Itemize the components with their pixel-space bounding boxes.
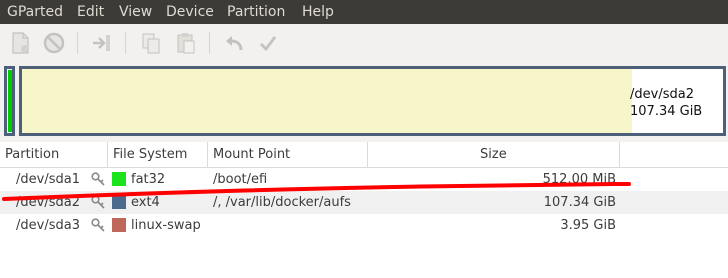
column-header-filesystem[interactable]: File System (108, 142, 208, 167)
menu-help[interactable]: Help (299, 0, 337, 24)
toolbar (0, 24, 728, 62)
table-row[interactable]: /dev/sda3 linux-swap 3.95 GiB (0, 214, 728, 237)
table-row[interactable]: /dev/sda1 fat32 /boot/efi 512.00 MiB (0, 168, 728, 191)
key-icon (91, 172, 105, 186)
menu-edit[interactable]: Edit (74, 0, 107, 24)
copy-icon[interactable] (138, 30, 164, 56)
partition-size: 107.34 GiB (543, 195, 616, 210)
column-header-size[interactable]: Size (368, 142, 620, 167)
key-icon (91, 218, 105, 232)
key-icon (91, 195, 105, 209)
toolbar-separator (209, 32, 210, 54)
used-space-bar (22, 69, 632, 133)
partition-size: 512.00 MiB (542, 172, 616, 187)
menu-view[interactable]: View (116, 0, 155, 24)
resize-move-icon[interactable] (89, 30, 115, 56)
toolbar-separator (125, 32, 126, 54)
toolbar-separator (77, 32, 78, 54)
undo-icon[interactable] (221, 30, 247, 56)
partition-block-sda1[interactable] (4, 66, 15, 136)
delete-icon[interactable] (41, 30, 67, 56)
partition-name: /dev/sda3 (16, 218, 80, 233)
fs-color-swatch (112, 218, 126, 232)
menu-partition[interactable]: Partition (224, 0, 288, 24)
fs-color-swatch (112, 172, 126, 186)
filesystem-name: linux-swap (131, 218, 201, 233)
column-header-mountpoint[interactable]: Mount Point (208, 142, 368, 167)
menu-device[interactable]: Device (163, 0, 217, 24)
fs-color-swatch (112, 195, 126, 209)
paste-icon[interactable] (173, 30, 199, 56)
table-row[interactable]: /dev/sda2 ext4 /, /var/lib/docker/aufs 1… (0, 191, 728, 214)
filesystem-name: ext4 (131, 195, 160, 210)
disk-map: /dev/sda2 107.34 GiB (4, 66, 726, 136)
new-icon[interactable] (7, 30, 33, 56)
partition-name: /dev/sda2 (16, 195, 80, 210)
partition-size: 107.34 GiB (630, 104, 703, 119)
menu-gparted[interactable]: GParted (4, 0, 66, 24)
table-header: Partition File System Mount Point Size (0, 142, 728, 168)
partition-fs-border (8, 70, 12, 132)
mount-point: /boot/efi (213, 172, 268, 187)
partition-block-sda2[interactable]: /dev/sda2 107.34 GiB (19, 66, 726, 136)
column-header-partition[interactable]: Partition (0, 142, 108, 167)
partition-size: 3.95 GiB (560, 218, 616, 233)
filesystem-name: fat32 (131, 172, 166, 187)
partition-block-label: /dev/sda2 107.34 GiB (630, 86, 702, 120)
menu-bar: GParted Edit View Device Partition Help (0, 0, 728, 24)
mount-point: /, /var/lib/docker/aufs (213, 195, 351, 210)
partition-name: /dev/sda2 (630, 87, 694, 102)
partition-table: Partition File System Mount Point Size /… (0, 142, 728, 278)
partition-name: /dev/sda1 (16, 172, 80, 187)
apply-icon[interactable] (255, 30, 281, 56)
